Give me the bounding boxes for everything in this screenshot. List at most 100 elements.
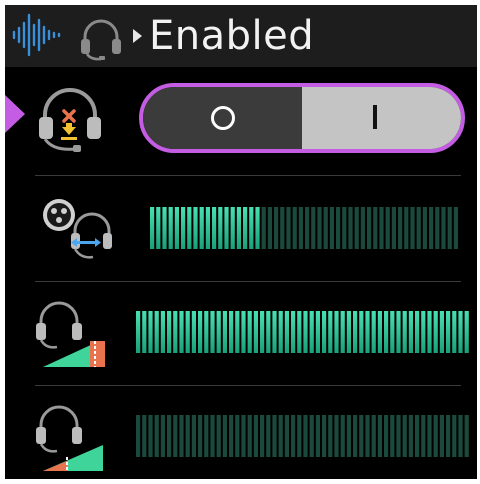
meter-segment — [284, 311, 289, 353]
meter-segment — [181, 207, 186, 249]
meter-segment — [367, 207, 372, 249]
meter-segment — [204, 311, 209, 353]
headset-volume-high-icon — [36, 301, 105, 367]
meter-segment — [216, 415, 221, 457]
meter-segment — [261, 207, 266, 249]
meter-segment — [396, 415, 401, 457]
meter-segment — [247, 415, 252, 457]
meter-segment — [173, 415, 178, 457]
caret-right-icon — [133, 29, 142, 43]
meter-segment — [229, 415, 234, 457]
row-divider — [35, 281, 461, 282]
meter-segment — [379, 207, 384, 249]
meter-segment — [204, 415, 209, 457]
meter-segment — [334, 311, 339, 353]
meter-segment — [396, 311, 401, 353]
meter-segment — [336, 207, 341, 249]
audio-wave-icon — [12, 13, 61, 57]
meter-segment — [205, 207, 210, 249]
mic-level-meter[interactable] — [150, 207, 462, 249]
selection-indicator-icon — [5, 95, 25, 133]
meter-segment — [266, 311, 271, 353]
meter-segment — [365, 311, 370, 353]
meter-segment — [353, 311, 358, 353]
meter-segment — [291, 415, 296, 457]
meter-segment — [241, 311, 246, 353]
meter-segment — [198, 311, 203, 353]
meter-segment — [187, 207, 192, 249]
meter-segment — [322, 415, 327, 457]
sidetone-toggle-switch[interactable] — [139, 83, 465, 153]
off-circle-icon — [211, 106, 235, 130]
meter-segment — [322, 311, 327, 353]
header-bar: Enabled — [5, 5, 477, 67]
meter-segment — [408, 415, 413, 457]
meter-segment — [249, 207, 254, 249]
meter-segment — [216, 311, 221, 353]
meter-segment — [167, 311, 172, 353]
meter-segment — [210, 415, 215, 457]
meter-segment — [384, 415, 389, 457]
meter-segment — [253, 311, 258, 353]
meter-segment — [342, 207, 347, 249]
meter-segment — [371, 415, 376, 457]
meter-segment — [154, 311, 159, 353]
meter-segment — [402, 415, 407, 457]
meter-segment — [408, 311, 413, 353]
meter-segment — [212, 207, 217, 249]
meter-segment — [185, 415, 190, 457]
mic-monitor-volume-meter[interactable] — [136, 415, 474, 457]
meter-segment — [185, 311, 190, 353]
meter-segment — [278, 415, 283, 457]
meter-segment — [348, 207, 353, 249]
meter-segment — [328, 415, 333, 457]
meter-segment — [142, 311, 147, 353]
screen: Enabled — [5, 5, 477, 479]
meter-segment — [433, 415, 438, 457]
meter-segment — [298, 207, 303, 249]
meter-segment — [266, 415, 271, 457]
toggle-off-side[interactable] — [143, 87, 302, 149]
meter-segment — [160, 415, 165, 457]
meter-segment — [441, 207, 446, 249]
meter-segment — [453, 207, 458, 249]
meter-segment — [235, 415, 240, 457]
meter-segment — [315, 415, 320, 457]
meter-segment — [247, 311, 252, 353]
meter-segment — [360, 207, 365, 249]
meter-segment — [340, 311, 345, 353]
meter-segment — [458, 415, 463, 457]
toggle-on-side[interactable] — [302, 87, 461, 149]
meter-segment — [402, 311, 407, 353]
meter-segment — [371, 311, 376, 353]
meter-segment — [323, 207, 328, 249]
meter-segment — [253, 415, 258, 457]
meter-segment — [236, 207, 241, 249]
row-divider — [35, 385, 461, 386]
meter-segment — [274, 207, 279, 249]
mic-to-headset-icon — [43, 199, 112, 259]
meter-segment — [422, 207, 427, 249]
meter-segment — [427, 415, 432, 457]
meter-segment — [446, 415, 451, 457]
meter-segment — [385, 207, 390, 249]
headset-volume-low-icon — [36, 405, 103, 471]
meter-segment — [447, 207, 452, 249]
meter-segment — [446, 311, 451, 353]
meter-segment — [359, 311, 364, 353]
meter-segment — [235, 311, 240, 353]
meter-segment — [404, 207, 409, 249]
meter-segment — [391, 207, 396, 249]
meter-segment — [427, 311, 432, 353]
meter-segment — [421, 415, 426, 457]
meter-segment — [384, 311, 389, 353]
meter-segment — [191, 415, 196, 457]
meter-segment — [174, 207, 179, 249]
meter-segment — [359, 415, 364, 457]
meter-segment — [353, 415, 358, 457]
meter-segment — [373, 207, 378, 249]
meter-segment — [377, 311, 382, 353]
headset-volume-meter[interactable] — [136, 311, 474, 353]
meter-segment — [267, 207, 272, 249]
meter-segment — [167, 415, 172, 457]
